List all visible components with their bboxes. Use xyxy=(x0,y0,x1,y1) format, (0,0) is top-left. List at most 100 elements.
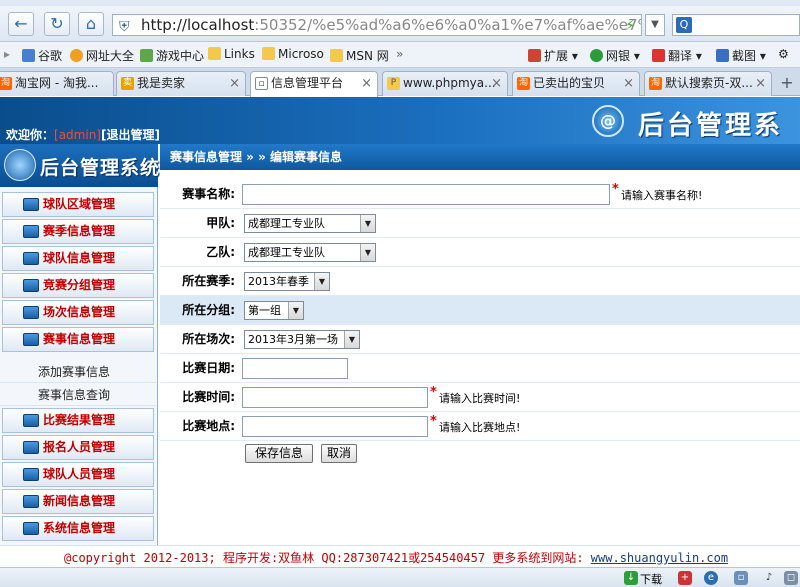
match-date-input[interactable] xyxy=(242,358,348,379)
netbank-button[interactable]: 网银 ▾ xyxy=(590,47,640,64)
menu-bullet-icon xyxy=(23,333,39,346)
tab-seller[interactable]: 卖我是卖家 × xyxy=(116,71,246,96)
sidebar-subitem-add-match[interactable]: 添加赛事信息 xyxy=(0,361,156,383)
extensions-button[interactable]: 扩展 ▾ xyxy=(528,47,578,64)
speaker-icon[interactable]: ♪ xyxy=(762,571,776,585)
sidebar-item-group[interactable]: 竞赛分组管理 xyxy=(2,273,154,298)
favorite-item[interactable]: 网址大全 xyxy=(70,47,134,64)
folder-icon xyxy=(208,47,221,60)
form-row-place: 比赛地点: * 请输入比赛地点! xyxy=(160,412,800,441)
sidebar-item-signup[interactable]: 报名人员管理 xyxy=(2,435,154,460)
home-icon[interactable]: ⌂ xyxy=(78,12,104,36)
group-select[interactable]: 第一组 ▼ xyxy=(244,301,304,320)
sidebar-item-team-info[interactable]: 球队信息管理 xyxy=(2,246,154,271)
menu-bullet-icon xyxy=(23,522,39,535)
close-icon[interactable]: × xyxy=(491,72,502,95)
sidebar-item-news[interactable]: 新闻信息管理 xyxy=(2,489,154,514)
team-b-select[interactable]: 成都理工专业队 ▼ xyxy=(244,243,376,262)
lightning-icon[interactable]: ⚡ xyxy=(625,16,635,35)
sidebar-header: 后台管理系统 xyxy=(0,144,161,187)
favorite-item[interactable]: 谷歌 xyxy=(22,47,62,64)
menu-bullet-icon xyxy=(23,306,39,319)
match-date-label: 比赛日期: xyxy=(182,361,235,375)
settings-icon[interactable]: ⚙ xyxy=(778,47,789,61)
favorite-item[interactable]: 游戏中心 xyxy=(140,47,204,64)
security-icon[interactable]: + xyxy=(678,571,692,585)
tab-phpmyadmin[interactable]: Pwww.phpmya... × xyxy=(382,71,508,96)
favorite-item[interactable]: MSN 网 xyxy=(330,47,389,64)
sidebar-item-result[interactable]: 比赛结果管理 xyxy=(2,408,154,433)
favorite-item[interactable]: Microso xyxy=(262,47,324,61)
zoom-icon[interactable]: ◻ xyxy=(784,571,798,585)
sidebar-item-season[interactable]: 赛季信息管理 xyxy=(2,219,154,244)
favorites-chevron-icon[interactable]: ▸ xyxy=(4,47,10,61)
sidebar-title: 后台管理系统 xyxy=(40,157,161,179)
window-icon[interactable]: ▫ xyxy=(734,571,748,585)
menu-bullet-icon xyxy=(23,414,39,427)
tab-info-platform[interactable]: ▫ 信息管理平台 × xyxy=(250,71,378,97)
screenshot-button[interactable]: 截图 ▾ xyxy=(716,47,766,64)
header-banner: 欢迎你：[admin][退出管理] @ 后台管理系 xyxy=(0,97,800,144)
favorite-item[interactable]: Links xyxy=(208,47,255,61)
url-input[interactable]: ⛨ http://localhost:50352/%e5%ad%a6%e6%a0… xyxy=(112,14,642,36)
form-row-team-b: 乙队: 成都理工专业队 ▼ xyxy=(160,238,800,267)
tab-search-default[interactable]: 淘默认搜索页-双... × xyxy=(644,71,772,96)
form-row-group: 所在分组: 第一组 ▼ xyxy=(160,296,800,325)
close-icon[interactable]: × xyxy=(361,72,372,95)
form-row-round: 所在场次: 2013年3月第一场 ▼ xyxy=(160,325,800,354)
menu-bullet-icon xyxy=(23,441,39,454)
translate-button[interactable]: 翻译 ▾ xyxy=(652,47,702,64)
save-button[interactable]: 保存信息 xyxy=(245,444,313,463)
menu-bullet-icon xyxy=(23,198,39,211)
download-label[interactable]: 下载 xyxy=(640,571,662,587)
sidebar-item-match[interactable]: 赛事信息管理 xyxy=(2,327,154,352)
chevron-down-icon: ▼ xyxy=(344,331,359,348)
match-time-input[interactable] xyxy=(242,387,428,408)
sidebar-subitem-query-match[interactable]: 赛事信息查询 xyxy=(0,384,156,406)
match-time-label: 比赛时间: xyxy=(182,390,235,404)
site-nav-icon xyxy=(70,49,83,62)
new-tab-button[interactable]: + xyxy=(776,72,798,94)
refresh-icon[interactable]: ↻ xyxy=(44,12,70,36)
favorites-more[interactable]: » xyxy=(396,47,403,61)
system-logo-icon xyxy=(4,149,36,181)
ie-icon[interactable]: e xyxy=(704,571,718,585)
sidebar-item-system[interactable]: 系统信息管理 xyxy=(2,516,154,541)
logout-link[interactable]: [退出管理] xyxy=(101,128,160,142)
chevron-down-icon: ▼ xyxy=(314,273,329,290)
form-row-season: 所在赛季: 2013年春季 ▼ xyxy=(160,267,800,296)
address-toolbar: ← ↻ ⌂ ⛨ http://localhost:50352/%e5%ad%a6… xyxy=(0,6,800,42)
menu-bullet-icon xyxy=(23,495,39,508)
back-arrow-icon[interactable]: ← xyxy=(8,12,34,36)
close-icon[interactable]: × xyxy=(755,72,766,95)
sidebar-item-team-members[interactable]: 球队人员管理 xyxy=(2,462,154,487)
welcome-label: 欢迎你： xyxy=(6,128,55,142)
download-icon[interactable]: ↓ xyxy=(624,571,638,585)
game-icon xyxy=(140,49,153,62)
match-place-input[interactable] xyxy=(242,416,428,437)
team-a-select[interactable]: 成都理工专业队 ▼ xyxy=(244,214,376,233)
folder-icon xyxy=(330,49,343,62)
search-input[interactable]: Q xyxy=(672,14,800,36)
username: [admin] xyxy=(54,128,101,142)
tab-sold-items[interactable]: 淘已卖出的宝贝 × xyxy=(512,71,640,96)
match-name-hint: 请输入赛事名称! xyxy=(621,189,703,202)
brand-logo-icon: @ xyxy=(592,105,624,137)
close-icon[interactable]: × xyxy=(623,72,634,95)
sidebar-item-round[interactable]: 场次信息管理 xyxy=(2,300,154,325)
footer-website-link[interactable]: www.shuangyulin.com xyxy=(591,551,728,565)
team-b-label: 乙队: xyxy=(206,245,235,259)
url-dropdown-button[interactable]: ▼ xyxy=(645,14,665,36)
chevron-down-icon: ▼ xyxy=(360,215,375,232)
form-row-name: 赛事名称: * 请输入赛事名称! xyxy=(160,180,800,209)
match-name-input[interactable] xyxy=(242,184,610,205)
cancel-button[interactable]: 取消 xyxy=(321,444,357,463)
close-icon[interactable]: × xyxy=(229,72,240,95)
match-time-hint: 请输入比赛时间! xyxy=(439,392,521,405)
sidebar-item-team-region[interactable]: 球队区域管理 xyxy=(2,192,154,217)
form-row-time: 比赛时间: * 请输入比赛时间! xyxy=(160,383,800,412)
tab-taobao[interactable]: 淘淘宝网 - 淘我... xyxy=(0,71,114,96)
round-select[interactable]: 2013年3月第一场 ▼ xyxy=(244,330,360,349)
season-select[interactable]: 2013年春季 ▼ xyxy=(244,272,330,291)
tab-bar: 淘淘宝网 - 淘我... 卖我是卖家 × ▫ 信息管理平台 × Pwww.phpmya… xyxy=(0,68,800,97)
